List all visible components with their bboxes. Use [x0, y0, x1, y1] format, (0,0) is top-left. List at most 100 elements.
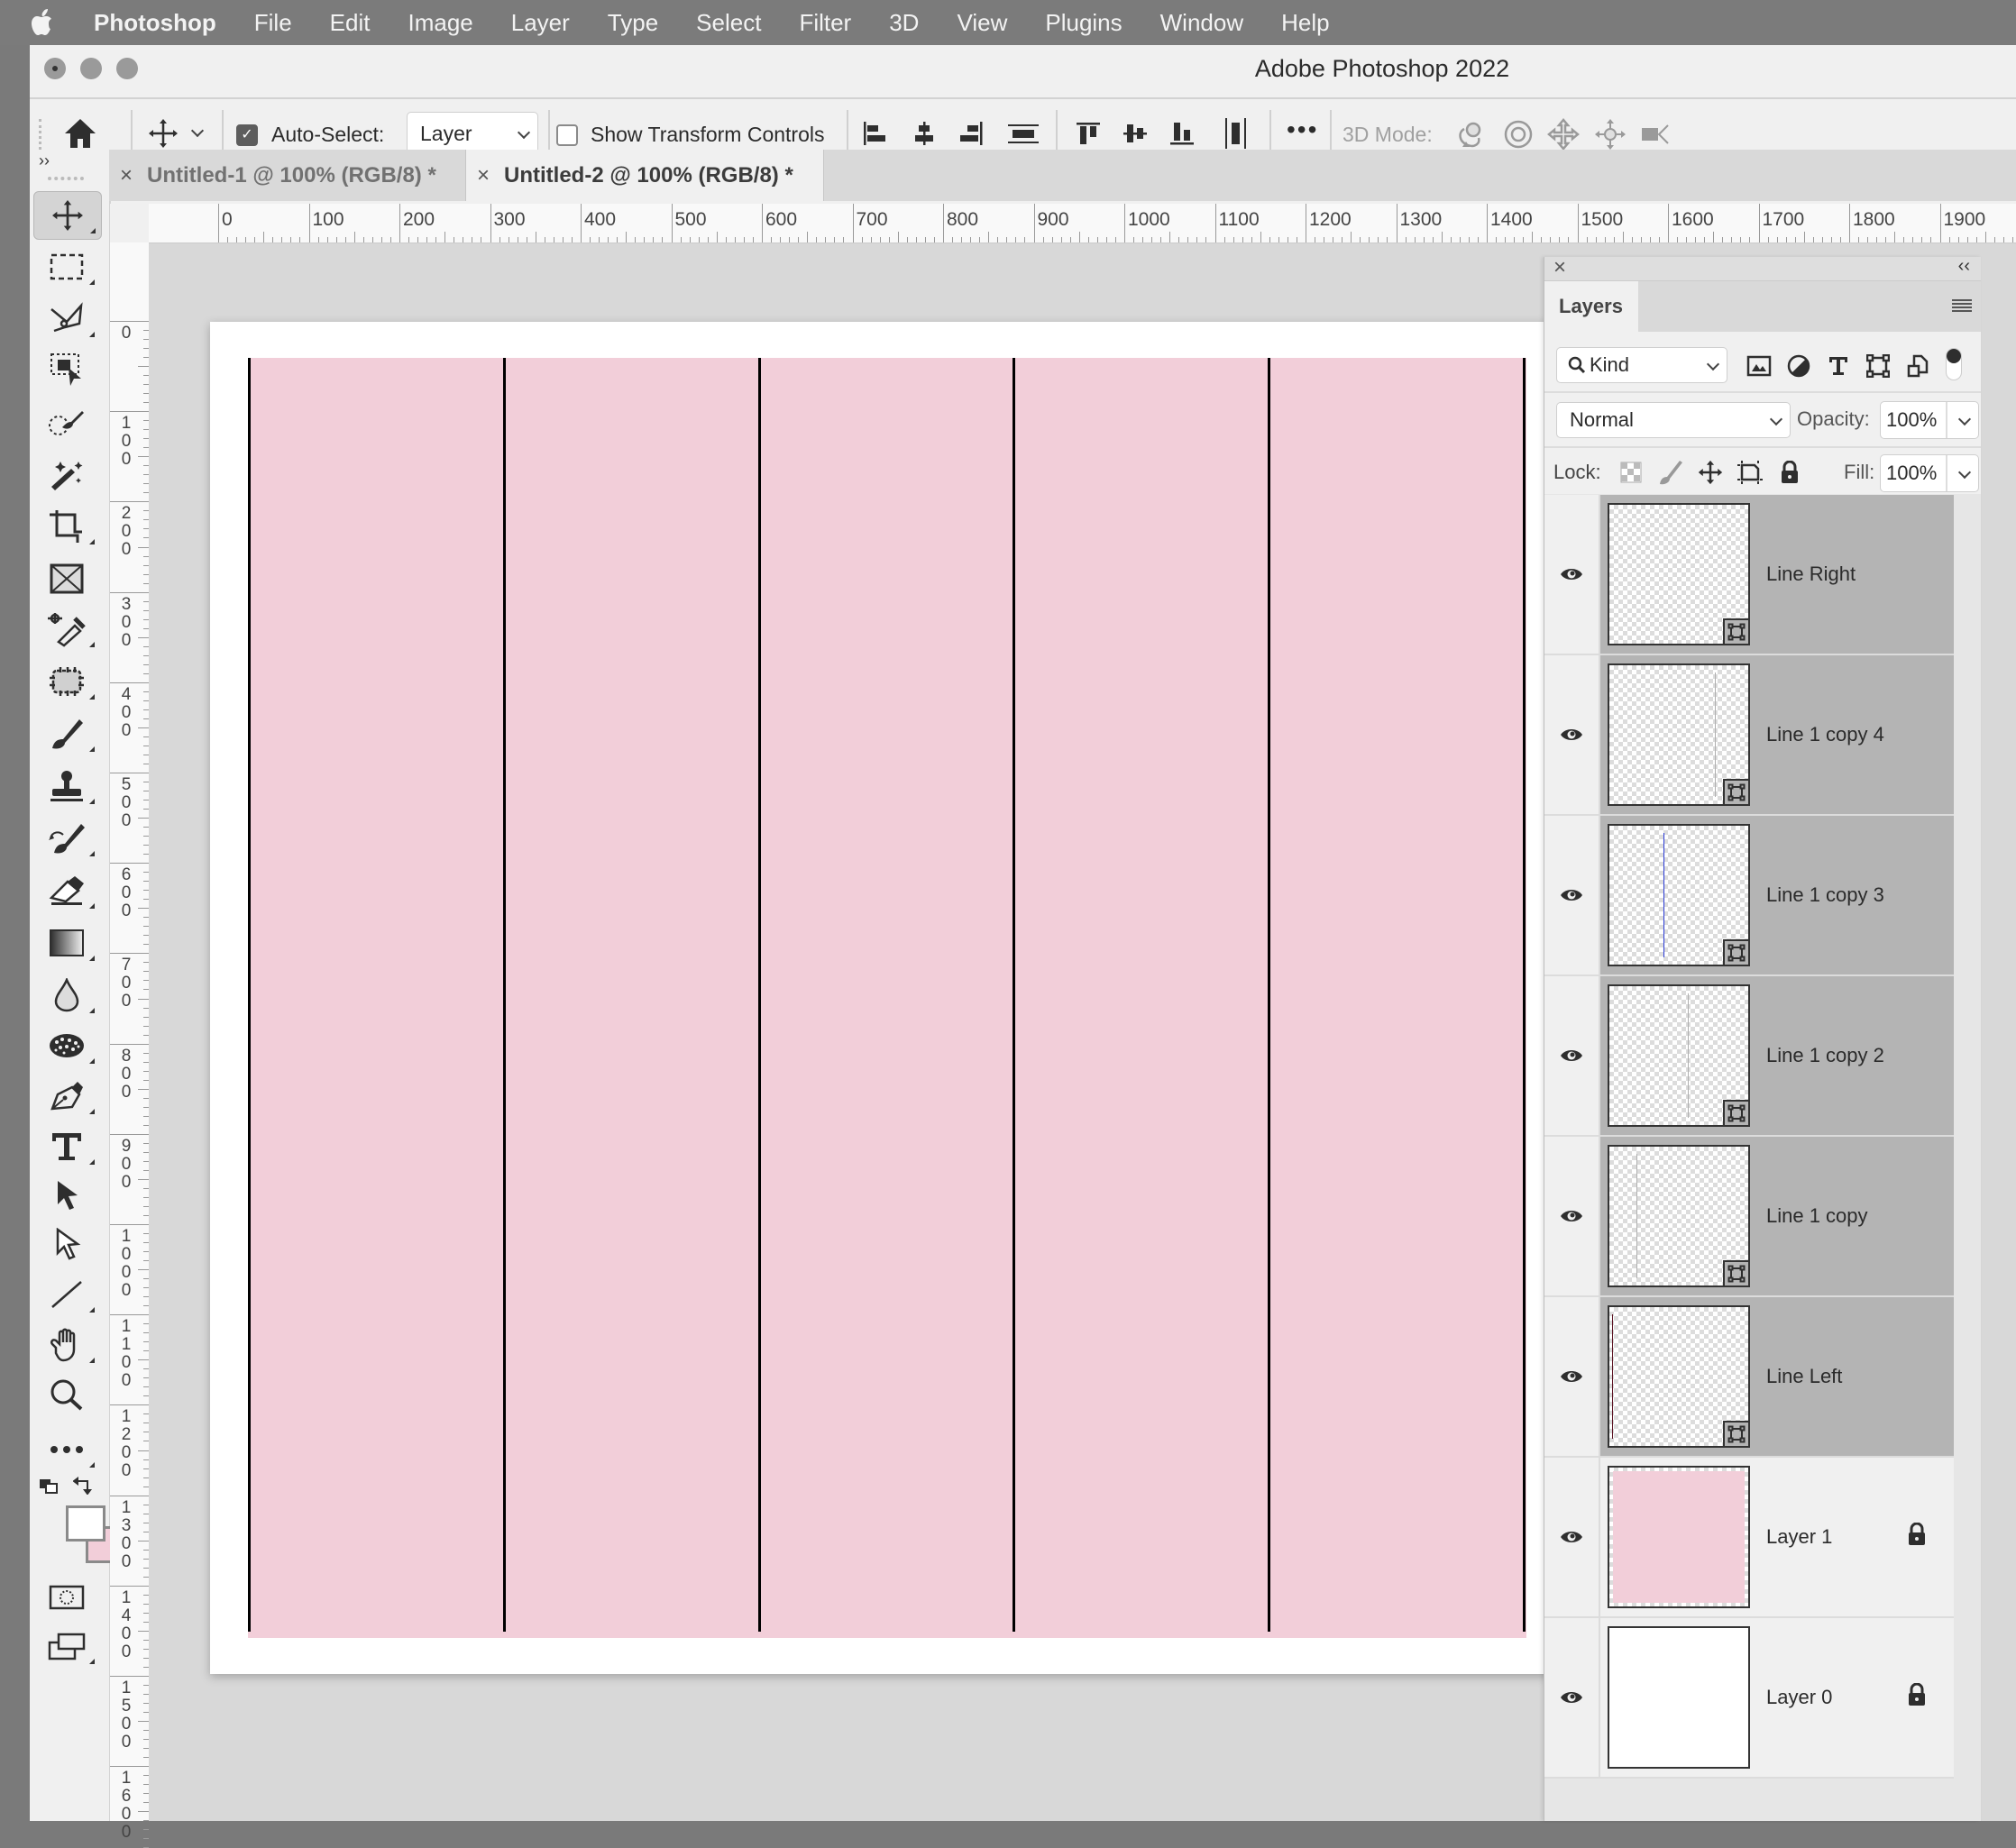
layer-row[interactable]: Layer 1 [1544, 1458, 1954, 1616]
layer-name[interactable]: Line 1 copy [1766, 1137, 1868, 1295]
sponge-tool[interactable] [33, 1022, 100, 1069]
layer-row[interactable]: Layer 0 [1544, 1618, 1954, 1777]
lock-icon[interactable] [1907, 1682, 1927, 1711]
menu-3d[interactable]: 3D [889, 9, 919, 37]
menu-select[interactable]: Select [696, 9, 761, 37]
eyedropper-tool[interactable] [33, 606, 100, 653]
layer-row[interactable]: Line Right [1544, 495, 1954, 654]
lock-position-icon[interactable] [1696, 458, 1725, 487]
menu-type[interactable]: Type [608, 9, 658, 37]
layer-row[interactable]: Line 1 copy 2 [1544, 976, 1954, 1135]
chevron-down-icon[interactable] [185, 119, 210, 148]
quick-mask-button[interactable] [33, 1574, 100, 1621]
tab-untitled-1[interactable]: × Untitled-1 @ 100% (RGB/8) * [109, 150, 466, 201]
layer-body[interactable]: Line 1 copy 3 [1600, 816, 1954, 974]
adjustment-layer-filter-icon[interactable] [1784, 352, 1813, 380]
blur-tool[interactable] [33, 972, 100, 1019]
chevron-down-icon[interactable] [1957, 412, 1972, 426]
align-horizontal-centers-icon[interactable] [906, 115, 942, 151]
align-bottom-edges-icon[interactable] [1164, 115, 1200, 151]
layer-body[interactable]: Layer 1 [1600, 1458, 1954, 1616]
menu-window[interactable]: Window [1160, 9, 1243, 37]
fill-input[interactable]: 100% [1880, 454, 1979, 492]
default-colors-icon[interactable] [39, 1478, 59, 1499]
3d-drag-icon[interactable] [1544, 115, 1582, 153]
zoom-window-button[interactable] [116, 58, 138, 79]
visibility-toggle[interactable] [1544, 816, 1600, 974]
menu-help[interactable]: Help [1281, 9, 1329, 37]
layer-row[interactable]: Line 1 copy 4 [1544, 655, 1954, 814]
auto-select-target-dropdown[interactable]: Layer [407, 112, 538, 155]
lock-transparent-pixels-icon[interactable] [1617, 458, 1645, 487]
show-transform-controls-checkbox[interactable] [556, 124, 578, 146]
3d-scale-camera-icon[interactable] [1636, 115, 1674, 153]
pixel-layer-filter-icon[interactable] [1745, 352, 1773, 380]
type-tool[interactable] [33, 1123, 100, 1170]
3d-orbit-icon[interactable] [1452, 115, 1490, 153]
panel-menu-icon[interactable] [1952, 297, 1972, 318]
foreground-color-swatch[interactable] [66, 1505, 105, 1542]
history-brush-tool[interactable] [33, 815, 100, 862]
blend-mode-dropdown[interactable]: Normal [1556, 402, 1791, 438]
direct-selection-tool[interactable] [33, 1221, 100, 1267]
close-tab-icon[interactable]: × [120, 163, 133, 188]
distribute-horizontal-icon[interactable] [1218, 115, 1254, 151]
layer-name[interactable]: Layer 1 [1766, 1458, 1832, 1616]
canvas-line-right[interactable] [1523, 358, 1526, 1632]
layer-body[interactable]: Line Left [1600, 1297, 1954, 1456]
align-top-edges-icon[interactable] [1070, 115, 1106, 151]
menu-file[interactable]: File [254, 9, 292, 37]
minimize-window-button[interactable] [80, 58, 102, 79]
menu-layer[interactable]: Layer [511, 9, 570, 37]
shape-layer-filter-icon[interactable] [1864, 352, 1892, 380]
layer-name[interactable]: Line 1 copy 2 [1766, 976, 1884, 1135]
lock-artboard-icon[interactable] [1736, 458, 1764, 487]
filter-toggle[interactable] [1946, 348, 1962, 380]
zoom-tool[interactable] [33, 1372, 100, 1419]
close-tab-icon[interactable]: × [477, 163, 490, 188]
content-aware-move-tool[interactable] [33, 658, 100, 705]
chevron-down-icon[interactable] [1957, 465, 1972, 480]
layer-row[interactable]: Line 1 copy [1544, 1137, 1954, 1295]
align-right-edges-icon[interactable] [953, 115, 989, 151]
horizontal-ruler[interactable]: 0 100 200 300 400 500 600 700 800 900 1000 1100 1200… [149, 204, 2016, 243]
layer-body[interactable]: Line 1 copy 2 [1600, 976, 1954, 1135]
lock-icon[interactable] [1907, 1522, 1927, 1551]
vertical-ruler[interactable]: 0 100 200 300 400 500 600 700 800 900 1000 1100 1200… [110, 242, 150, 1848]
layer-name[interactable]: Line 1 copy 3 [1766, 816, 1884, 974]
menu-view[interactable]: View [957, 9, 1007, 37]
canvas-line-left[interactable] [248, 358, 251, 1632]
path-selection-tool[interactable] [33, 1172, 100, 1219]
lock-image-pixels-icon[interactable] [1656, 458, 1685, 487]
layer-name[interactable]: Line Left [1766, 1297, 1842, 1456]
hand-tool[interactable] [33, 1322, 100, 1368]
close-window-button[interactable] [44, 58, 66, 79]
lock-all-icon[interactable] [1775, 458, 1804, 487]
canvas-line-1-copy-4[interactable] [1268, 358, 1271, 1632]
3d-slide-icon[interactable] [1591, 115, 1629, 153]
layer-row[interactable]: Line 1 copy 3 [1544, 816, 1954, 974]
collapse-panel-button[interactable]: ‹‹ [1958, 256, 1970, 277]
object-selection-tool[interactable] [33, 346, 100, 393]
frame-tool[interactable] [33, 555, 100, 602]
tab-layers[interactable]: Layers [1544, 281, 1638, 332]
layer-row[interactable]: Line Left [1544, 1297, 1954, 1456]
brush-tool[interactable] [33, 710, 100, 757]
ruler-origin[interactable] [110, 204, 150, 243]
screen-mode-button[interactable] [33, 1623, 100, 1670]
menu-plugins[interactable]: Plugins [1045, 9, 1122, 37]
filter-kind-dropdown[interactable]: Kind [1556, 347, 1727, 383]
layer-body[interactable]: Line Right [1600, 495, 1954, 654]
visibility-toggle[interactable] [1544, 1137, 1600, 1295]
magic-wand-tool[interactable] [33, 451, 100, 498]
visibility-toggle[interactable] [1544, 495, 1600, 654]
visibility-toggle[interactable] [1544, 655, 1600, 814]
line-tool[interactable] [33, 1271, 100, 1318]
align-left-edges-icon[interactable] [857, 115, 893, 151]
3d-roll-icon[interactable] [1499, 115, 1537, 153]
more-options-button[interactable]: ••• [1287, 115, 1318, 144]
more-tools-button[interactable] [33, 1426, 100, 1473]
menu-image[interactable]: Image [408, 9, 472, 37]
swap-colors-icon[interactable] [72, 1477, 93, 1499]
canvas-line-1-copy[interactable] [502, 358, 506, 1632]
